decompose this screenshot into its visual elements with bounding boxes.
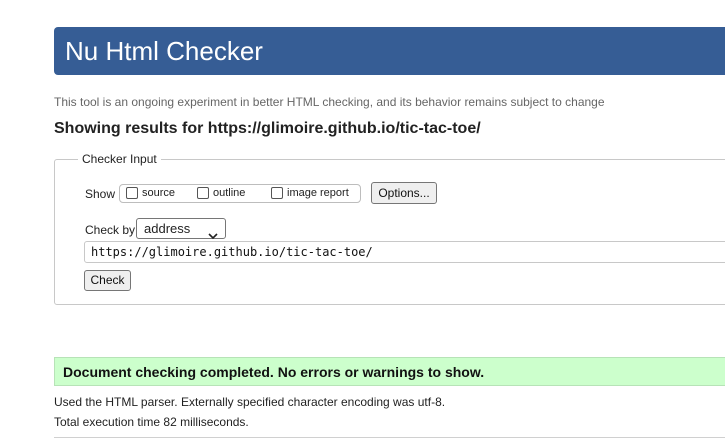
source-checkbox-label[interactable]: source	[142, 187, 175, 199]
checker-input-legend: Checker Input	[78, 152, 161, 166]
image-report-checkbox-label[interactable]: image report	[287, 187, 349, 199]
success-message-box: Document checking completed. No errors o…	[54, 357, 725, 386]
tagline: This tool is an ongoing experiment in be…	[54, 95, 605, 109]
execution-time: Total execution time 82 milliseconds.	[54, 415, 249, 429]
divider	[54, 437, 725, 438]
check-by-label: Check by	[85, 223, 136, 237]
outline-checkbox[interactable]	[197, 187, 209, 199]
page: Nu Html Checker This tool is an ongoing …	[0, 0, 725, 442]
parser-info: Used the HTML parser. Externally specifi…	[54, 395, 446, 409]
source-checkbox[interactable]	[126, 187, 138, 199]
options-button[interactable]: Options...	[371, 182, 437, 204]
show-label: Show	[85, 187, 116, 201]
check-button[interactable]: Check	[84, 270, 131, 291]
page-title: Nu Html Checker	[65, 36, 263, 66]
check-by-select[interactable]: address	[136, 218, 226, 240]
results-heading: Showing results for https://glimoire.git…	[54, 120, 481, 137]
header-bar: Nu Html Checker	[54, 27, 725, 75]
check-by-selected-value: address	[144, 221, 191, 236]
checker-input-fieldset: Checker Input Show source outline image …	[54, 152, 725, 305]
url-input[interactable]: https://glimoire.github.io/tic-tac-toe/	[84, 241, 725, 263]
show-options-group: source outline image report	[119, 184, 361, 203]
image-report-checkbox[interactable]	[271, 187, 283, 199]
outline-checkbox-label[interactable]: outline	[213, 187, 245, 199]
url-input-value: https://glimoire.github.io/tic-tac-toe/	[91, 245, 373, 259]
success-message: Document checking completed. No errors o…	[63, 364, 485, 380]
